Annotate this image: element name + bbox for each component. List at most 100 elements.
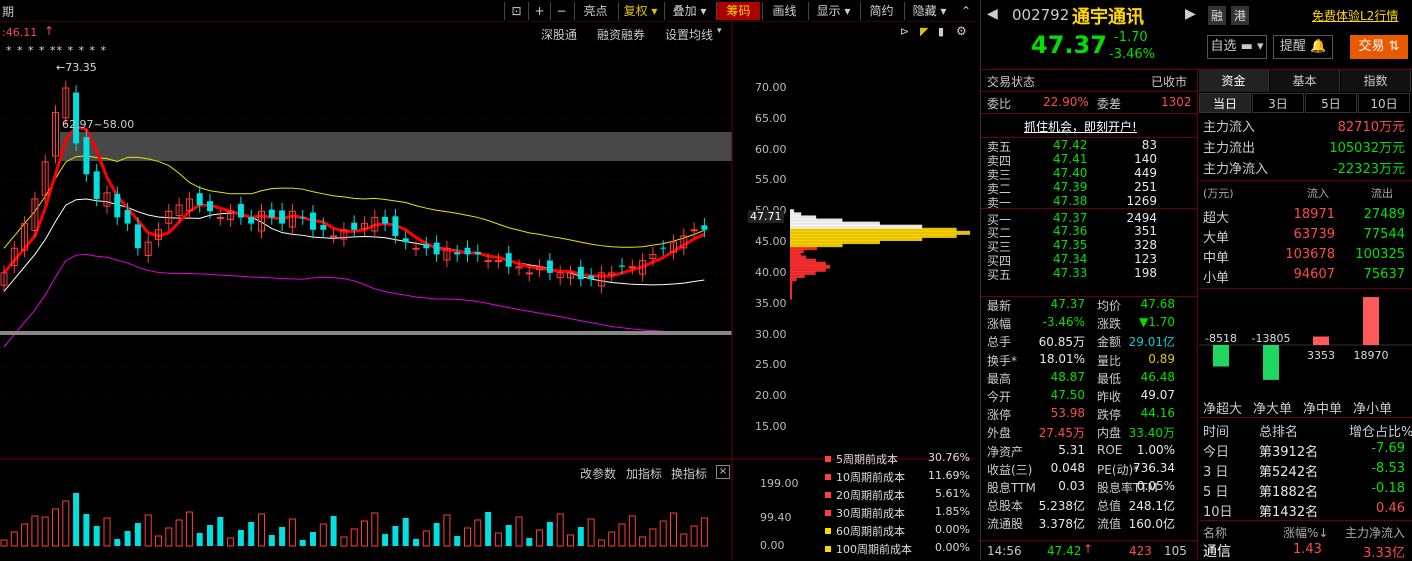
- volume-bar: [175, 519, 183, 547]
- flow-value: 105032万元: [1329, 141, 1405, 156]
- rank-header: 增仓占比%: [1349, 425, 1412, 440]
- stat-label: 金额: [1097, 335, 1122, 350]
- switch-indicator[interactable]: 换指标: [671, 465, 707, 482]
- buy-price: 47.33: [1053, 266, 1088, 281]
- period-tab[interactable]: 10日: [1358, 93, 1410, 113]
- sell-price: 47.41: [1053, 151, 1088, 166]
- buy-price: 47.34: [1053, 252, 1088, 267]
- overlay-button[interactable]: 叠加 ▾: [664, 2, 714, 20]
- rank-header: 时间: [1203, 425, 1230, 440]
- flow-row-out: 75637: [1363, 267, 1405, 282]
- cost-row: 30周期前成本 1.85%: [822, 505, 972, 521]
- rank-ratio: 0.46: [1376, 501, 1405, 516]
- candle-body: [423, 244, 430, 249]
- stat-value: 1.00%: [1136, 442, 1175, 457]
- stock-name: 通宇通讯: [1072, 7, 1144, 28]
- candle-body: [628, 266, 636, 269]
- stat-label: 总值: [1097, 499, 1122, 514]
- prev-stock-icon[interactable]: ◀: [987, 6, 998, 22]
- sector-name[interactable]: 通信: [1203, 541, 1231, 561]
- stat-label: 均价: [1097, 299, 1122, 313]
- price-tick-label: 70.00: [755, 81, 787, 94]
- volume-bar: [310, 532, 316, 546]
- volume-bar: [185, 511, 193, 547]
- net-flow-chart: -8518 -13805 3353 18970: [1199, 297, 1412, 380]
- sell-price: 47.42: [1053, 138, 1088, 152]
- volume-bar: [422, 530, 430, 547]
- stat-value: 49.07: [1140, 388, 1175, 402]
- net-bar: [1263, 345, 1279, 380]
- trial-link[interactable]: 免费体验L2行情: [1312, 7, 1398, 24]
- lock-icon[interactable]: ⊡: [504, 2, 528, 20]
- chips-button[interactable]: 筹码: [716, 2, 760, 20]
- next-stock-icon[interactable]: ▶: [1185, 6, 1196, 22]
- flag-yellow-icon[interactable]: ◤: [920, 25, 928, 38]
- buy-volume: 328: [1134, 238, 1157, 253]
- cost-row: 10周期前成本 11.69%: [822, 469, 972, 485]
- sector-flow: 3.33亿: [1363, 546, 1405, 561]
- volume-bar: [83, 514, 90, 546]
- volume-bar: [319, 523, 327, 547]
- plus-icon[interactable]: +: [528, 2, 550, 20]
- rank-position: 第1882名: [1259, 485, 1319, 500]
- overlay-label: 叠加: [672, 4, 697, 18]
- simple-button[interactable]: 简约: [860, 2, 902, 20]
- change-param[interactable]: 改参数: [580, 465, 616, 482]
- stat-label: 内盘: [1097, 426, 1122, 441]
- volume-bar: [237, 530, 244, 546]
- flow-in-header: 流入: [1307, 187, 1329, 200]
- volume-bar: [505, 525, 512, 546]
- highlight-button[interactable]: 亮点: [574, 2, 616, 20]
- period-tab[interactable]: 5日: [1305, 93, 1357, 113]
- minus-icon[interactable]: −: [550, 2, 572, 20]
- display-button[interactable]: 显示 ▾: [808, 2, 858, 20]
- cost-row: 20周期前成本 5.61%: [822, 487, 972, 503]
- adjust-button[interactable]: 复权 ▾: [618, 2, 662, 20]
- add-indicator[interactable]: 加指标: [626, 465, 662, 482]
- add-favorite-button[interactable]: 自选 ▬ ▾: [1207, 35, 1267, 59]
- period-tab[interactable]: 当日: [1199, 93, 1251, 113]
- volume-bar: [268, 535, 275, 546]
- sell-volume: 251: [1134, 179, 1157, 194]
- volume-bar: [690, 525, 698, 547]
- tag-margin[interactable]: 融: [1208, 6, 1227, 25]
- tab-2[interactable]: 指数: [1341, 70, 1411, 92]
- chart-panel[interactable]: 期 ⊡ + − 亮点 复权 ▾ 叠加 ▾ 筹码 画线 显示 ▾ 简约 隐藏 ▾ …: [0, 0, 978, 560]
- volume-bar: [114, 539, 121, 546]
- wc-label: 委差: [1097, 97, 1122, 111]
- volume-bar: [10, 531, 18, 547]
- flow-row-in: 18971: [1293, 207, 1335, 222]
- draw-button[interactable]: 画线: [762, 2, 806, 20]
- period-tab[interactable]: 3日: [1252, 93, 1304, 113]
- tick-price: 47.42: [1047, 544, 1082, 558]
- volume-bar: [680, 533, 688, 547]
- volume-bar: [93, 526, 100, 546]
- trade-button[interactable]: 交易 ⇅: [1350, 35, 1408, 59]
- net-bar-label: 18970: [1354, 349, 1389, 362]
- stat-value: 48.87: [1050, 369, 1085, 384]
- volume-bar: [526, 538, 533, 546]
- tag-hk[interactable]: 港: [1231, 6, 1250, 25]
- candle-body: [494, 260, 502, 263]
- alert-button[interactable]: 提醒 🔔: [1273, 35, 1333, 59]
- stat-value: ▼1.70: [1139, 315, 1175, 330]
- chart-icon[interactable]: ▮: [938, 25, 944, 38]
- close-icon[interactable]: ×: [716, 465, 730, 479]
- hide-button[interactable]: 隐藏 ▾: [904, 2, 954, 20]
- tab-1[interactable]: 基本: [1270, 70, 1340, 92]
- collapse-icon[interactable]: ⌃: [956, 2, 976, 20]
- gear-icon[interactable]: ⚙: [956, 24, 967, 38]
- volume-bar: [288, 518, 296, 547]
- promo-link[interactable]: 抓住机会，即刻开户!: [1024, 118, 1137, 135]
- volume-bar: [639, 536, 647, 547]
- flow-value: 82710万元: [1337, 120, 1405, 135]
- sell-volume: 449: [1134, 165, 1157, 180]
- tab-0[interactable]: 资金: [1199, 70, 1269, 92]
- candle-body: [402, 238, 409, 243]
- flow-value: -22323万元: [1332, 162, 1405, 177]
- candle-body: [216, 216, 224, 219]
- price-tick-label: 30.00: [755, 327, 787, 341]
- stat-value: 27.45万: [1038, 426, 1085, 441]
- flag-icon[interactable]: ⊳: [900, 25, 909, 38]
- price-tick-label: 40.00: [755, 265, 787, 279]
